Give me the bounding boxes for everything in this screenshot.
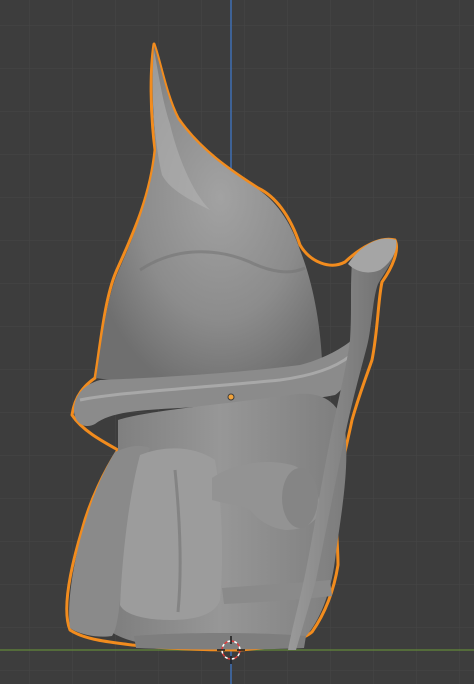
base-plate [134,633,306,650]
object-origin-point[interactable] [227,393,235,401]
sleeve-cuff [282,468,318,528]
3d-viewport[interactable] [0,0,474,684]
